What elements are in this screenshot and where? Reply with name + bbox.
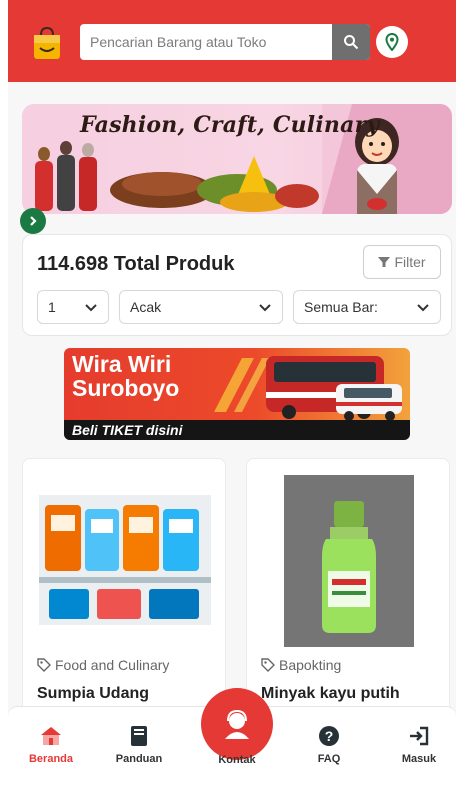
search-button[interactable] — [332, 24, 370, 60]
search-input[interactable] — [80, 24, 330, 60]
product-category-label: Bapokting — [279, 657, 342, 673]
nav-label: Kontak — [218, 754, 256, 766]
nav-label: Beranda — [28, 753, 74, 765]
question-icon: ? — [319, 726, 339, 746]
nav-item-kontak[interactable] — [201, 688, 273, 760]
app-screen: Fashion, Craft, Culinary 114.698 Total P… — [8, 0, 456, 785]
category-select-value: Semua Bar: — [304, 299, 378, 315]
nav-item-beranda[interactable]: Beranda — [16, 725, 86, 765]
page-select-value: 1 — [48, 299, 56, 315]
chevron-down-icon — [85, 304, 97, 312]
search-icon — [344, 35, 359, 50]
carousel-next-button[interactable] — [20, 208, 46, 234]
tag-icon — [261, 658, 275, 672]
tag-icon — [37, 658, 51, 672]
nav-label: FAQ — [317, 753, 341, 765]
nav-item-faq[interactable]: ? FAQ — [294, 725, 364, 765]
product-card[interactable]: Food and Culinary Sumpia Udang — [22, 458, 226, 738]
product-category: Food and Culinary — [37, 657, 169, 673]
sort-select-value: Acak — [130, 299, 162, 315]
nav-item-panduan[interactable]: Panduan — [104, 725, 174, 765]
location-pin-icon — [385, 33, 399, 51]
location-button[interactable] — [376, 26, 408, 58]
promo-cta-strip[interactable]: Beli TIKET disini — [64, 420, 410, 440]
hero-banner[interactable]: Fashion, Craft, Culinary — [22, 104, 452, 214]
product-name: Sumpia Udang — [37, 685, 150, 702]
svg-text:?: ? — [325, 728, 334, 744]
login-icon — [410, 726, 429, 746]
filter-button[interactable]: Filter — [363, 245, 441, 279]
book-icon — [131, 726, 147, 746]
product-card[interactable]: Bapokting Minyak kayu putih — [246, 458, 450, 738]
nav-label: Panduan — [115, 753, 163, 765]
home-icon — [41, 727, 61, 745]
total-products: 114.698 Total Produk — [37, 253, 235, 275]
product-image — [284, 475, 414, 647]
contact-icon — [225, 709, 249, 739]
category-select[interactable]: Semua Bar: — [293, 290, 441, 324]
funnel-icon — [378, 257, 391, 267]
product-image — [39, 495, 211, 625]
product-name: Minyak kayu putih — [261, 685, 400, 702]
promo-banner[interactable]: Wira Wiri Suroboyo Beli TIKET disini — [64, 348, 410, 440]
nav-item-masuk[interactable]: Masuk — [384, 725, 454, 765]
chevron-right-icon — [30, 216, 37, 226]
sort-select[interactable]: Acak — [119, 290, 283, 324]
product-category: Bapokting — [261, 657, 341, 673]
top-bar — [8, 0, 456, 82]
nav-label: Masuk — [401, 753, 437, 765]
filter-label: Filter — [394, 254, 426, 270]
shopping-bag-icon[interactable] — [32, 26, 62, 60]
hero-banner-text: Fashion, Craft, Culinary — [80, 112, 380, 138]
promo-cta: Beli TIKET disini — [72, 422, 183, 438]
chevron-down-icon — [259, 304, 271, 312]
chevron-down-icon — [417, 304, 429, 312]
product-category-label: Food and Culinary — [55, 657, 170, 673]
product-filter-card: 114.698 Total Produk Filter 1 Acak Semua… — [22, 234, 452, 336]
search-bar — [80, 24, 370, 60]
page-select[interactable]: 1 — [37, 290, 109, 324]
